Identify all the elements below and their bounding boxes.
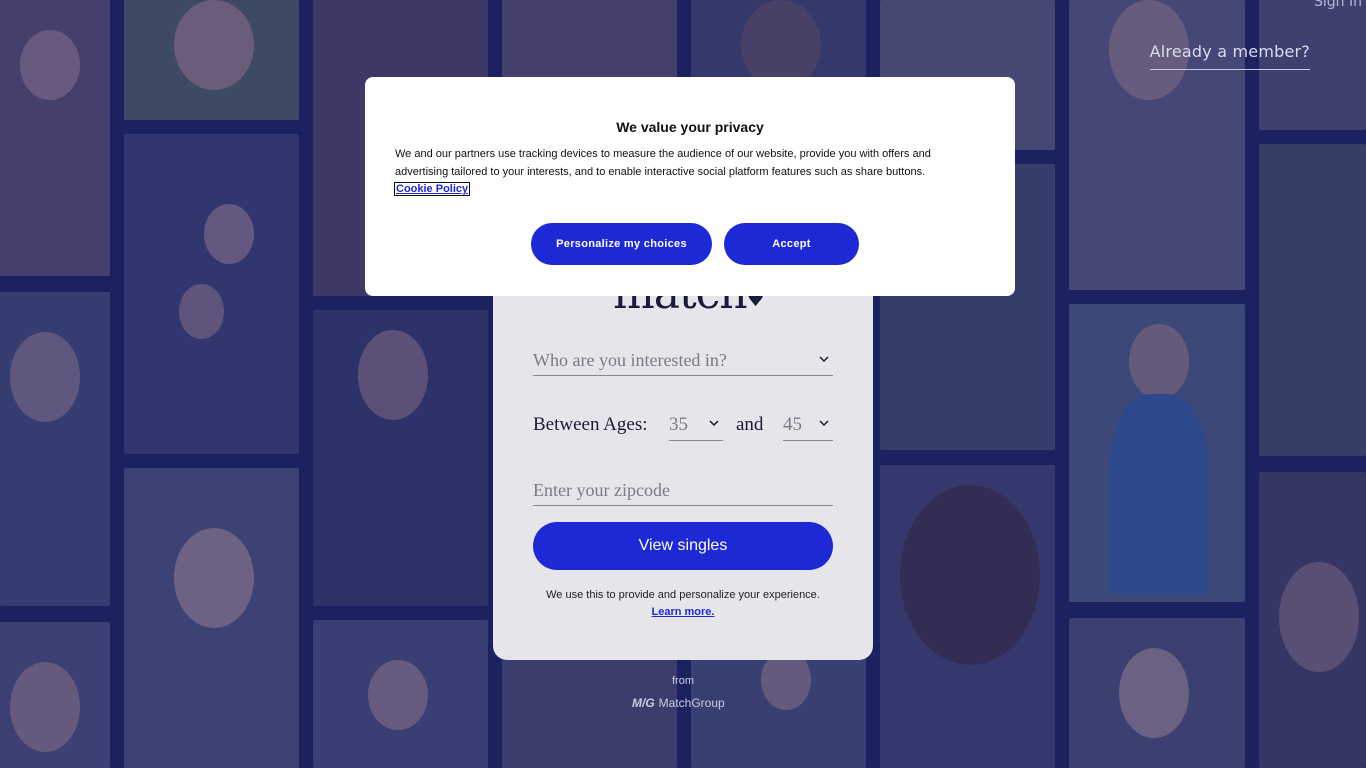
interest-select-label: Who are you interested in? (533, 350, 727, 370)
privacy-note: We use this to provide and personalize y… (513, 587, 853, 621)
age-max-value: 45 (783, 414, 802, 435)
learn-more-link[interactable]: Learn more. (513, 604, 853, 621)
ages-label: Between Ages: (533, 414, 648, 435)
zipcode-placeholder: Enter your zipcode (533, 480, 670, 500)
age-min-select[interactable]: 35 (669, 414, 723, 441)
privacy-modal: We value your privacy We and our partner… (365, 77, 1015, 296)
age-max-select[interactable]: 45 (783, 414, 833, 441)
cookie-policy-link[interactable]: Cookie Policy (393, 182, 471, 196)
privacy-body-text: We and our partners use tracking devices… (395, 148, 931, 178)
interest-select[interactable]: Who are you interested in? (533, 350, 833, 376)
sign-in-link[interactable]: Sign In (1314, 0, 1362, 10)
matchgroup-logo: M/G MatchGroup (632, 696, 725, 710)
view-singles-button[interactable]: View singles (533, 522, 833, 570)
personalize-choices-button[interactable]: Personalize my choices (531, 223, 712, 265)
privacy-modal-title: We value your privacy (616, 119, 764, 135)
age-min-value: 35 (669, 414, 688, 435)
age-range-row: Between Ages: 35 and 45 (533, 412, 833, 442)
privacy-note-text: We use this to provide and personalize y… (546, 589, 820, 601)
privacy-modal-body: We and our partners use tracking devices… (393, 146, 965, 199)
from-label: from (672, 675, 694, 687)
age-and-label: and (736, 414, 764, 435)
matchgroup-label: MatchGroup (658, 696, 725, 710)
zipcode-input[interactable]: Enter your zipcode (533, 480, 833, 506)
accept-button[interactable]: Accept (724, 223, 859, 265)
chevron-down-icon (709, 420, 719, 427)
matchgroup-mark-icon: M/G (632, 696, 655, 710)
chevron-down-icon (819, 356, 829, 363)
already-member-link[interactable]: Already a member? (1149, 42, 1310, 70)
chevron-down-icon (819, 420, 829, 427)
